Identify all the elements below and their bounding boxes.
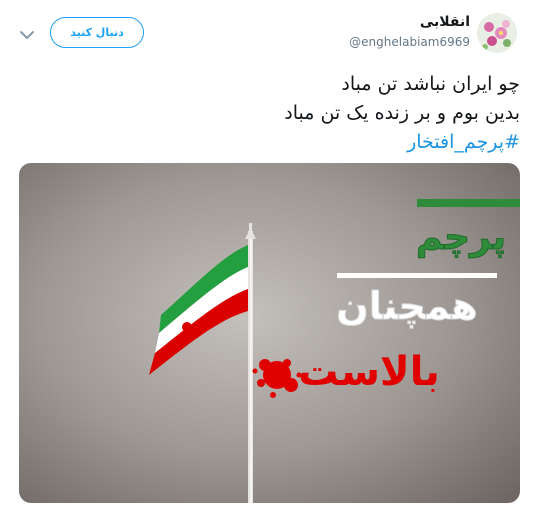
- avatar[interactable]: [477, 13, 517, 53]
- user-handle[interactable]: @enghelabiam6969: [349, 35, 470, 49]
- tweet: دنبال کنید انقلابی @enghelabiam6969 چو ا…: [0, 0, 546, 510]
- green-stroke: [417, 199, 520, 207]
- white-stroke: [337, 273, 497, 278]
- display-name[interactable]: انقلابی: [420, 14, 470, 30]
- hashtag-link[interactable]: #پرچم_افتخار: [40, 128, 520, 157]
- tweet-text-line-2: بدین بوم و بر زنده یک تن مباد: [284, 102, 520, 124]
- tweet-text-line-1: چو ایران نباشد تن مباد: [341, 73, 520, 95]
- sky-background: [19, 163, 520, 503]
- chevron-down-icon[interactable]: [18, 27, 36, 41]
- word-balast: بالاست: [298, 349, 440, 395]
- follow-button[interactable]: دنبال کنید: [50, 17, 144, 48]
- tweet-image[interactable]: پرچم همچنان بالاست: [19, 163, 520, 503]
- word-parcham: پرچم: [416, 217, 506, 258]
- word-hamchenan: همچنان: [336, 284, 477, 328]
- tweet-text: چو ایران نباشد تن مباد بدین بوم و بر زند…: [40, 70, 520, 157]
